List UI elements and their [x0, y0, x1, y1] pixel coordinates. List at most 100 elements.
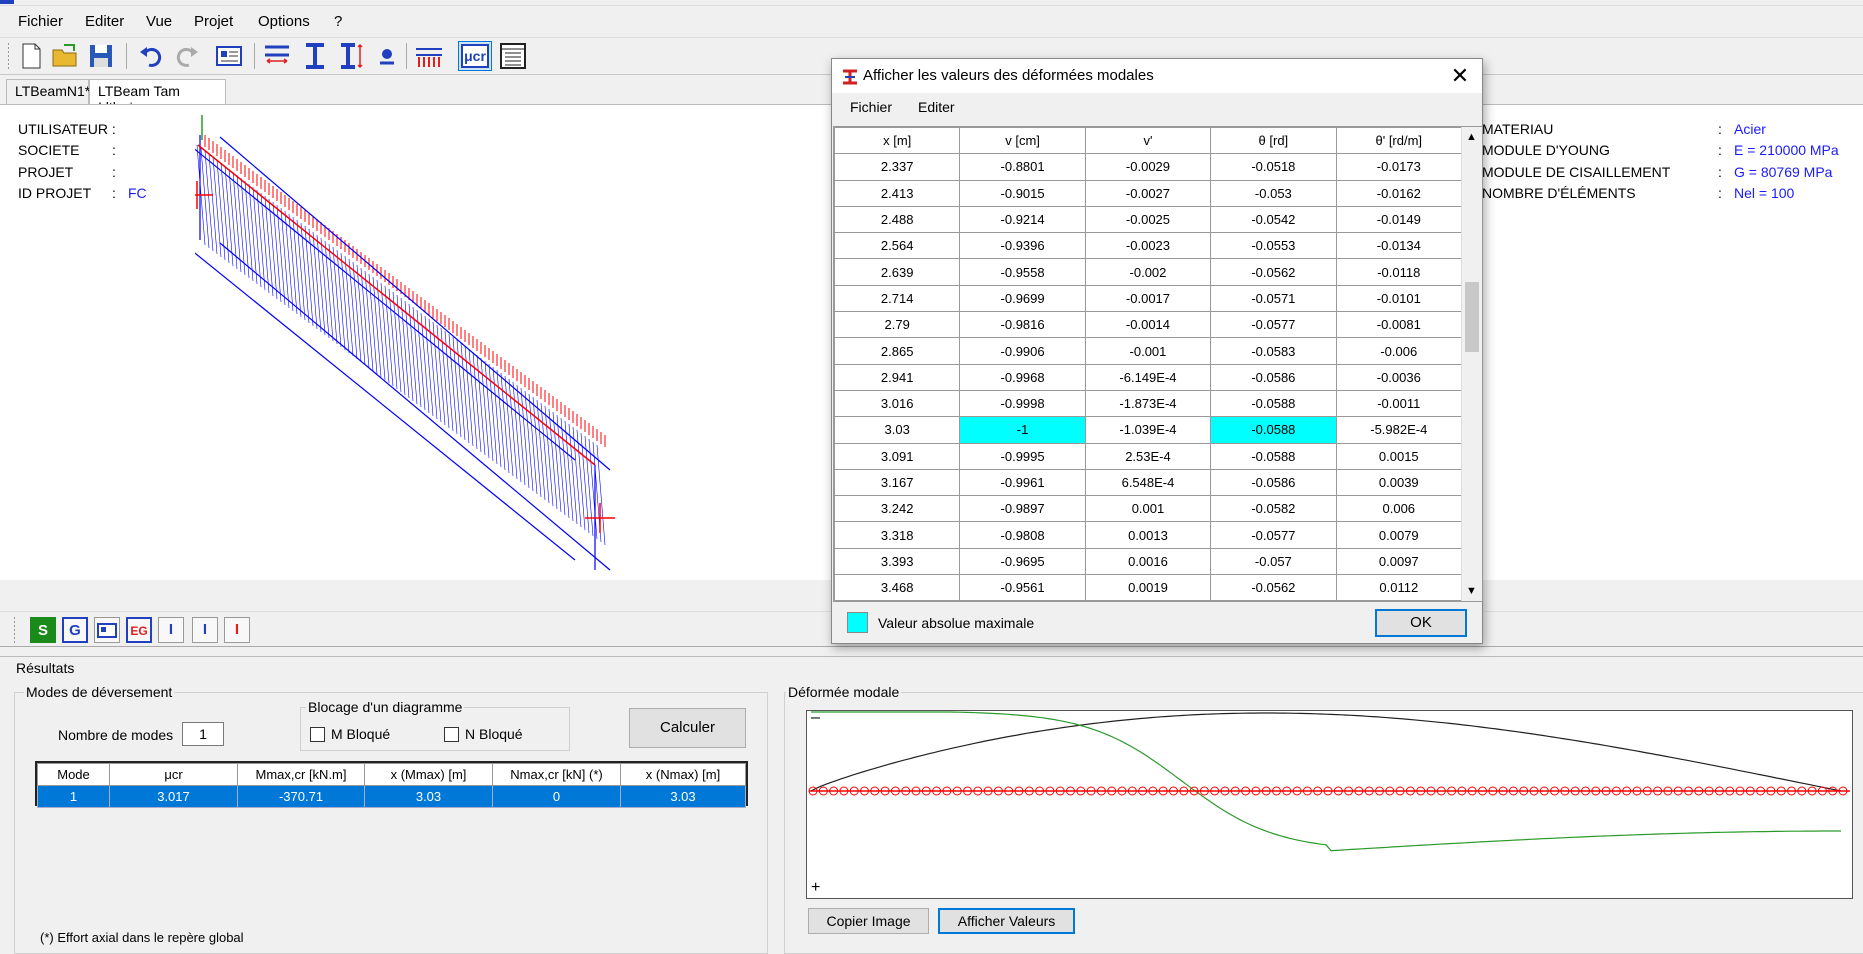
i-beam-dims-icon[interactable] — [336, 41, 366, 71]
calculer-button[interactable]: Calculer — [629, 708, 746, 748]
table-cell: -0.057 — [1210, 547, 1337, 576]
tab-ltbeam-tam[interactable]: LTBeam Tam I.ltbn* — [89, 79, 226, 115]
save-icon[interactable] — [86, 41, 116, 71]
value-young: E = 210000 MPa — [1734, 142, 1839, 158]
table-cell: 3.016 — [834, 389, 961, 418]
label-nombre-elements: NOMBRE D'ÉLÉMENTS — [1482, 185, 1636, 201]
undo-icon[interactable] — [136, 41, 166, 71]
results-title: Résultats — [16, 660, 75, 676]
web-stiffener — [268, 198, 278, 300]
m-bloque-checkbox[interactable] — [310, 727, 325, 742]
table-cell: 0.0019 — [1084, 574, 1212, 601]
table-row[interactable]: 3.242 -0.9897 0.001 -0.0582 0.006 — [834, 495, 1463, 523]
menu-options[interactable]: Options — [258, 13, 310, 30]
ok-button[interactable]: OK — [1375, 609, 1467, 637]
redo-icon[interactable] — [172, 41, 202, 71]
table-row[interactable]: 3.393 -0.9695 0.0016 -0.057 0.0097 — [834, 547, 1463, 576]
view-s-button[interactable]: S — [30, 617, 56, 643]
bottom-flange-edge — [219, 242, 611, 571]
nb-modes-input[interactable]: 1 — [182, 722, 224, 746]
table-cell: -0.0588 — [1210, 389, 1337, 418]
view-beam-button[interactable]: I — [192, 617, 218, 643]
web-stiffener — [212, 156, 222, 258]
loads-icon[interactable] — [414, 41, 444, 71]
table-cell: -0.0518 — [1210, 153, 1337, 181]
properties-icon[interactable] — [214, 41, 244, 71]
web-stiffener — [340, 252, 350, 354]
values-grid[interactable]: x [m] v [cm] v' θ [rd] θ' [rd/m] 2.337 -0.880… — [833, 126, 1483, 602]
web-stiffener — [536, 399, 546, 501]
scroll-thumb[interactable] — [1465, 282, 1479, 352]
section-icon[interactable] — [262, 41, 292, 71]
scroll-down-icon[interactable]: ▼ — [1466, 585, 1477, 597]
table-cell: -0.0027 — [1084, 179, 1212, 207]
node-icon[interactable] — [372, 41, 402, 71]
table-row[interactable]: 2.941 -0.9968 -6.149E-4 -0.0586 -0.0036 — [834, 363, 1463, 391]
web-stiffener — [332, 246, 342, 348]
menu-help[interactable]: ? — [334, 13, 342, 30]
vertical-scrollbar[interactable]: ▲ ▼ — [1461, 127, 1482, 601]
table-cell: 3.393 — [834, 547, 961, 576]
tab-ltbeamn1[interactable]: LTBeamN1* — [6, 79, 90, 104]
mu-cr-icon[interactable]: μcr — [458, 41, 492, 71]
n-bloque-checkbox[interactable] — [444, 727, 459, 742]
table-row[interactable]: 2.714 -0.9699 -0.0017 -0.0571 -0.0101 — [834, 284, 1463, 313]
values-table: x [m] v [cm] v' θ [rd] θ' [rd/m] 2.337 -0.880… — [834, 127, 1463, 601]
table-row[interactable]: 2.79 -0.9816 -0.0014 -0.0577 -0.0081 — [834, 311, 1463, 339]
dialog-menu-editer[interactable]: Editer — [918, 99, 955, 115]
table-cell: -0.0101 — [1335, 284, 1463, 313]
close-icon[interactable]: ✕ — [1442, 61, 1478, 91]
table-row[interactable]: 3.03 -1 -1.039E-4 -0.0588 -5.982E-4 — [834, 416, 1463, 444]
menu-fichier[interactable]: Fichier — [18, 13, 63, 30]
view-deformed-button[interactable]: I — [224, 617, 250, 643]
view-g-label: G — [69, 622, 81, 639]
table-row[interactable]: 3.091 -0.9995 2.53E-4 -0.0588 0.0015 — [834, 442, 1463, 470]
menu-vue[interactable]: Vue — [146, 13, 172, 30]
view-section-button[interactable]: I — [158, 617, 184, 643]
dialog-menu-fichier[interactable]: Fichier — [850, 99, 892, 115]
cell-x-mmax: 3.03 — [364, 785, 493, 808]
table-cell: 2.639 — [834, 258, 961, 286]
open-folder-icon[interactable] — [50, 41, 80, 71]
table-row[interactable]: 3.468 -0.9561 0.0019 -0.0562 0.0112 — [834, 574, 1463, 601]
scroll-up-icon[interactable]: ▲ — [1466, 131, 1477, 143]
view-card-button[interactable] — [94, 617, 120, 643]
report-icon[interactable] — [498, 41, 528, 71]
web-stiffener — [524, 390, 534, 492]
cell-x-nmax: 3.03 — [620, 785, 746, 808]
table-row[interactable]: 2.488 -0.9214 -0.0025 -0.0542 -0.0149 — [834, 205, 1463, 234]
table-row[interactable]: 3.016 -0.9998 -1.873E-4 -0.0588 -0.0011 — [834, 389, 1463, 418]
web-stiffener — [216, 159, 226, 261]
menu-projet[interactable]: Projet — [194, 13, 233, 30]
table-cell: 0.0013 — [1084, 521, 1212, 549]
app-icon — [843, 69, 857, 85]
menu-editer[interactable]: Editer — [85, 13, 124, 30]
deformee-plot: – + — [806, 709, 1853, 899]
table-cell: -0.0553 — [1210, 232, 1337, 260]
web-stiffener — [344, 255, 354, 357]
table-cell: -0.9699 — [959, 284, 1086, 313]
sep-projet: : — [112, 164, 116, 180]
table-row[interactable]: 2.865 -0.9906 -0.001 -0.0583 -0.006 — [834, 337, 1463, 365]
table-cell: -1.873E-4 — [1084, 389, 1212, 418]
new-file-icon[interactable] — [16, 41, 46, 71]
afficher-valeurs-button[interactable]: Afficher Valeurs — [938, 908, 1075, 934]
table-row[interactable]: 3.167 -0.9961 6.548E-4 -0.0586 0.0039 — [834, 468, 1463, 497]
copier-image-button[interactable]: Copier Image — [808, 908, 929, 934]
table-cell: -0.0583 — [1210, 337, 1337, 365]
table-cell: -0.0586 — [1210, 468, 1337, 497]
table-row[interactable]: 2.337 -0.8801 -0.0029 -0.0518 -0.0173 — [834, 153, 1463, 181]
table-cell: -0.053 — [1210, 179, 1337, 207]
table-row[interactable]: 1 3.017 -370.71 3.03 0 3.03 — [37, 785, 746, 808]
table-row[interactable]: 2.564 -0.9396 -0.0023 -0.0553 -0.0134 — [834, 232, 1463, 260]
col-mucr: μcr — [109, 763, 238, 786]
view-deformed-label: I — [234, 621, 240, 638]
web-stiffener — [532, 396, 542, 498]
table-row[interactable]: 2.639 -0.9558 -0.002 -0.0562 -0.0118 — [834, 258, 1463, 286]
view-eg-button[interactable]: EG — [126, 617, 152, 643]
table-row[interactable]: 2.413 -0.9015 -0.0027 -0.053 -0.0162 — [834, 179, 1463, 207]
table-row[interactable]: 3.318 -0.9808 0.0013 -0.0577 0.0079 — [834, 521, 1463, 549]
label-id-projet: ID PROJET — [18, 185, 92, 201]
i-beam-icon[interactable] — [300, 41, 330, 71]
view-g-button[interactable]: G — [62, 617, 88, 643]
